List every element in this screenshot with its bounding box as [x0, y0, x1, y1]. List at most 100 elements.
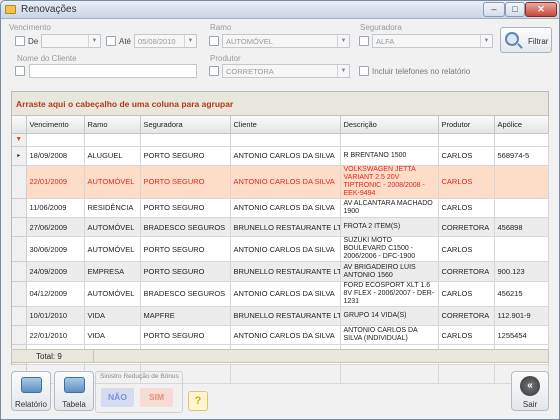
- funnel-icon[interactable]: ▼: [12, 133, 27, 147]
- filtrar-button[interactable]: Filtrar: [500, 27, 552, 53]
- cell-apolice[interactable]: 456898: [494, 217, 549, 238]
- cell-vencimento[interactable]: 04/12/2009: [26, 281, 85, 307]
- seguradora-select[interactable]: ALFA ▼: [372, 34, 493, 48]
- sim-button[interactable]: SIM: [140, 388, 173, 407]
- chevron-down-icon[interactable]: ▼: [337, 65, 349, 77]
- de-checkbox[interactable]: [15, 36, 25, 46]
- cell-apolice[interactable]: [494, 236, 549, 263]
- table-row[interactable]: 10/01/2010 VIDA MAPFRE BRUNELLO RESTAURANTE…: [12, 306, 549, 326]
- cell-ramo[interactable]: VIDA: [84, 306, 141, 326]
- table-row[interactable]: 24/09/2009 EMPRESA PORTO SEGURO BRUNELLO RE…: [12, 261, 549, 282]
- table-row[interactable]: 22/01/2010 VIDA PORTO SEGURO ANTONIO CARLOS…: [12, 325, 549, 346]
- sair-button[interactable]: « Sair: [511, 371, 549, 411]
- row-indicator[interactable]: [12, 198, 27, 219]
- ate-checkbox[interactable]: [106, 36, 116, 46]
- minimize-button[interactable]: –: [483, 2, 505, 17]
- row-indicator[interactable]: [12, 217, 27, 238]
- cell-seguradora[interactable]: MAPFRE: [140, 306, 231, 326]
- cell-cliente[interactable]: BRUNELLO RESTAURANTE LTDA.: [230, 261, 341, 282]
- seguradora-checkbox[interactable]: [359, 36, 369, 46]
- cell-produtor[interactable]: CARLOS: [438, 236, 495, 263]
- table-row[interactable]: ▸ 18/09/2008 ALUGUEL PORTO SEGURO ANTONIO CA…: [12, 146, 549, 166]
- filter-cell-ramo[interactable]: [84, 133, 141, 147]
- column-header-produtor[interactable]: Produtor: [438, 116, 495, 134]
- cell-ramo[interactable]: RESIDÊNCIA: [84, 198, 141, 219]
- chevron-down-icon[interactable]: ▼: [480, 35, 492, 47]
- row-indicator[interactable]: [12, 165, 27, 199]
- cell-produtor[interactable]: CARLOS: [438, 198, 495, 219]
- filter-cell-vencimento[interactable]: [26, 133, 85, 147]
- table-row[interactable]: 11/06/2009 RESIDÊNCIA PORTO SEGURO ANTONIO …: [12, 198, 549, 219]
- cell-descricao[interactable]: R BRENTANO 1500: [340, 146, 439, 166]
- nome-cliente-checkbox[interactable]: [15, 66, 25, 76]
- filter-cell-descricao[interactable]: [340, 133, 439, 147]
- cell-vencimento[interactable]: 30/06/2009: [26, 236, 85, 263]
- cell-descricao[interactable]: FORD ECOSPORT XLT 1.6 8V FLEX - 2006/200…: [340, 281, 439, 307]
- produtor-select[interactable]: CORRETORA ▼: [222, 64, 350, 78]
- row-indicator[interactable]: [12, 306, 27, 326]
- cell-ramo[interactable]: AUTOMÓVEL: [84, 281, 141, 307]
- table-row[interactable]: 27/06/2009 AUTOMÓVEL BRADESCO SEGUROS BRUNE…: [12, 217, 549, 238]
- cell-apolice[interactable]: [494, 198, 549, 219]
- cell-seguradora[interactable]: PORTO SEGURO: [140, 146, 231, 166]
- cell-descricao[interactable]: AV BRIGADEIRO LUIS ANTONIO 1560: [340, 261, 439, 282]
- ramo-select[interactable]: AUTOMÓVEL ▼: [222, 34, 350, 48]
- cell-apolice[interactable]: 456215: [494, 281, 549, 307]
- cell-seguradora[interactable]: PORTO SEGURO: [140, 165, 231, 199]
- cell-produtor[interactable]: CORRETORA: [438, 306, 495, 326]
- cell-cliente[interactable]: ANTONIO CARLOS DA SILVA: [230, 165, 341, 199]
- column-header-ramo[interactable]: Ramo: [84, 116, 141, 134]
- group-by-panel[interactable]: Arraste aqui o cabeçalho de uma coluna p…: [12, 92, 548, 116]
- cell-ramo[interactable]: AUTOMÓVEL: [84, 165, 141, 199]
- column-header-vencimento[interactable]: Vencimento: [26, 116, 85, 134]
- cell-seguradora[interactable]: BRADESCO SEGUROS: [140, 281, 231, 307]
- cell-seguradora[interactable]: PORTO SEGURO: [140, 261, 231, 282]
- chevron-down-icon[interactable]: ▼: [337, 35, 349, 47]
- cell-produtor[interactable]: CARLOS: [438, 325, 495, 346]
- cell-descricao[interactable]: ANTONIO CARLOS DA SILVA (INDIVIDUAL): [340, 325, 439, 346]
- row-indicator[interactable]: [12, 236, 27, 263]
- nao-button[interactable]: NÃO: [101, 388, 134, 407]
- cell-apolice[interactable]: 1255454: [494, 325, 549, 346]
- cell-vencimento[interactable]: 22/01/2009: [26, 165, 85, 199]
- filter-cell-produtor[interactable]: [438, 133, 495, 147]
- de-date-input[interactable]: ▼: [41, 34, 101, 48]
- chevron-down-icon[interactable]: ▼: [184, 35, 196, 47]
- cell-produtor[interactable]: CARLOS: [438, 165, 495, 199]
- cell-descricao[interactable]: FROTA 2 ITEM(S): [340, 217, 439, 238]
- cell-descricao[interactable]: GRUPO 14 VIDA(S): [340, 306, 439, 326]
- cell-produtor[interactable]: CORRETORA: [438, 261, 495, 282]
- cell-seguradora[interactable]: BRADESCO SEGUROS: [140, 217, 231, 238]
- cell-ramo[interactable]: VIDA: [84, 325, 141, 346]
- cell-produtor[interactable]: CARLOS: [438, 281, 495, 307]
- relatorio-button[interactable]: Relatório: [11, 371, 51, 411]
- column-header-apolice[interactable]: Apólice: [494, 116, 549, 134]
- cell-produtor[interactable]: CORRETORA: [438, 217, 495, 238]
- close-button[interactable]: ✕: [525, 2, 557, 17]
- cell-cliente[interactable]: ANTONIO CARLOS DA SILVA: [230, 236, 341, 263]
- column-header-seguradora[interactable]: Seguradora: [140, 116, 231, 134]
- cell-apolice[interactable]: 112.901-9: [494, 306, 549, 326]
- cell-apolice[interactable]: 900.123: [494, 261, 549, 282]
- cell-descricao[interactable]: SUZUKI MOTO BOULEVARD C1500 - 2006/2006 …: [340, 236, 439, 263]
- cell-seguradora[interactable]: PORTO SEGURO: [140, 236, 231, 263]
- cell-vencimento[interactable]: 24/09/2009: [26, 261, 85, 282]
- cell-vencimento[interactable]: 22/01/2010: [26, 325, 85, 346]
- cell-vencimento[interactable]: 27/06/2009: [26, 217, 85, 238]
- ramo-checkbox[interactable]: [209, 36, 219, 46]
- cell-cliente[interactable]: ANTONIO CARLOS DA SILVA: [230, 281, 341, 307]
- produtor-checkbox[interactable]: [209, 66, 219, 76]
- cell-vencimento[interactable]: 11/06/2009: [26, 198, 85, 219]
- tabela-button[interactable]: Tabela: [54, 371, 94, 411]
- cell-cliente[interactable]: ANTONIO CARLOS DA SILVA: [230, 146, 341, 166]
- cell-cliente[interactable]: BRUNELLO RESTAURANTE LTDA.: [230, 217, 341, 238]
- cell-produtor[interactable]: CARLOS: [438, 146, 495, 166]
- cell-descricao[interactable]: VOLKSWAGEN JETTA VARIANT 2.5 20V TIPTRON…: [340, 165, 439, 199]
- chevron-down-icon[interactable]: ▼: [88, 35, 100, 47]
- cell-apolice[interactable]: 568974-5: [494, 146, 549, 166]
- table-row[interactable]: 04/12/2009 AUTOMÓVEL BRADESCO SEGUROS ANTON…: [12, 281, 549, 307]
- column-header-cliente[interactable]: Cliente: [230, 116, 341, 134]
- row-indicator[interactable]: [12, 261, 27, 282]
- filter-cell-apolice[interactable]: [494, 133, 549, 147]
- filter-cell-seguradora[interactable]: [140, 133, 231, 147]
